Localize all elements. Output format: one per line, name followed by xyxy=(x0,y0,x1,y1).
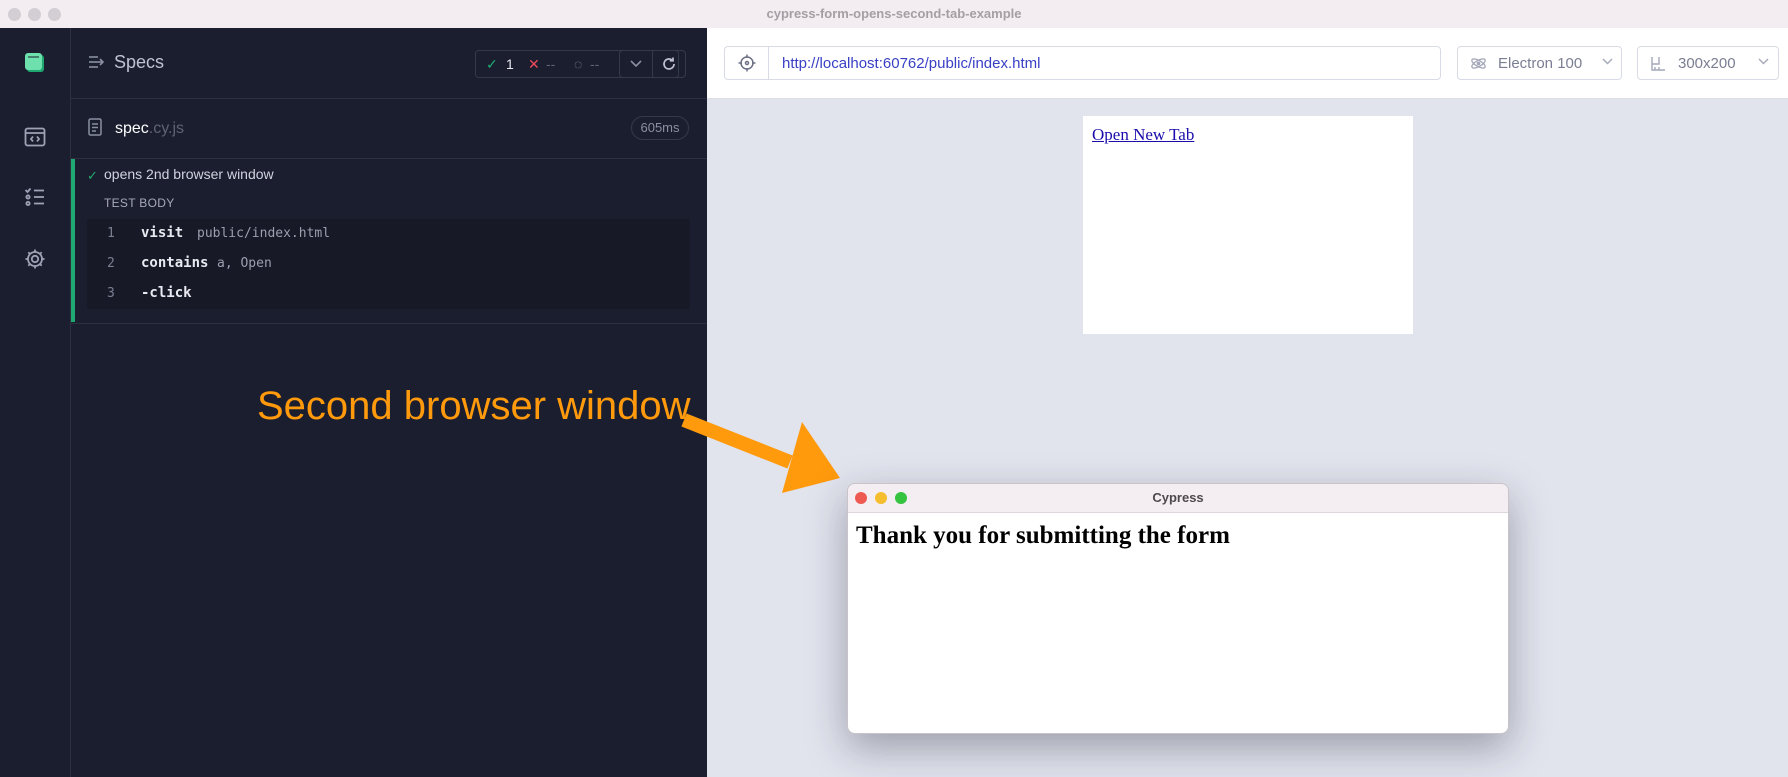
rerun-button[interactable] xyxy=(652,50,686,78)
viewport-dropdown[interactable]: 300x200 xyxy=(1637,46,1779,80)
command-row[interactable]: 3 -click xyxy=(87,279,690,309)
command-number: 2 xyxy=(107,256,115,271)
spec-name: spec xyxy=(115,120,149,137)
chevron-down-icon xyxy=(1758,58,1769,65)
electron-icon xyxy=(1471,58,1486,69)
window-titlebar: cypress-form-opens-second-tab-example xyxy=(0,0,1788,29)
collapse-button[interactable] xyxy=(619,50,653,78)
specs-menu-icon[interactable] xyxy=(88,54,106,75)
refresh-icon xyxy=(663,57,675,70)
pending-spinner-icon: ◌ xyxy=(574,56,583,72)
browser-label: Electron 100 xyxy=(1498,55,1583,72)
second-window-titlebar: Cypress xyxy=(848,484,1508,513)
command-row[interactable]: 1 visit public/index.html xyxy=(87,219,690,249)
selector-playground-button[interactable] xyxy=(724,46,768,80)
annotation-label: Second browser window xyxy=(257,384,691,428)
header-divider xyxy=(71,98,707,99)
command-number: 3 xyxy=(107,286,115,301)
spec-duration: 605ms xyxy=(631,116,689,140)
command-log: 1 visit public/index.html 2 contains a, … xyxy=(87,219,690,309)
aut-iframe: Open New Tab xyxy=(1083,116,1413,334)
annotation-arrow-icon xyxy=(681,413,840,493)
command-name: contains xyxy=(141,255,209,271)
second-browser-window: Cypress Thank you for submitting the for… xyxy=(847,483,1509,734)
spec-file-icon xyxy=(88,118,102,141)
failed-count: -- xyxy=(546,56,556,72)
command-name: -click xyxy=(141,285,192,301)
command-message: public/index.html xyxy=(197,226,331,241)
pending-count: -- xyxy=(590,56,600,72)
ruler-icon xyxy=(1651,57,1665,71)
thank-you-heading: Thank you for submitting the form xyxy=(856,522,1230,549)
command-message: a, Open xyxy=(217,256,272,271)
command-number: 1 xyxy=(107,226,115,241)
command-name: visit xyxy=(141,225,184,241)
window-title: cypress-form-opens-second-tab-example xyxy=(766,6,1022,21)
spec-extension: .cy.js xyxy=(148,120,185,137)
failed-x-icon: ✕ xyxy=(528,56,540,72)
specs-label[interactable]: Specs xyxy=(114,52,164,73)
viewport-label: 300x200 xyxy=(1678,55,1736,72)
aut-toolbar: http://localhost:60762/public/index.html… xyxy=(707,28,1788,99)
browser-dropdown[interactable]: Electron 100 xyxy=(1457,46,1622,80)
open-new-tab-link[interactable]: Open New Tab xyxy=(1092,125,1194,145)
specs-list-icon[interactable] xyxy=(20,182,49,211)
test-title[interactable]: opens 2nd browser window xyxy=(104,166,274,182)
second-window-title: Cypress xyxy=(1152,490,1204,505)
url-bar[interactable]: http://localhost:60762/public/index.html xyxy=(768,46,1441,80)
side-nav xyxy=(0,28,71,777)
passed-check-icon: ✓ xyxy=(486,56,498,72)
test-divider xyxy=(71,323,707,324)
command-row[interactable]: 2 contains a, Open xyxy=(87,249,690,279)
chevron-down-icon xyxy=(1602,58,1613,65)
passed-count: 1 xyxy=(506,56,514,72)
spec-filename[interactable]: spec.cy.js xyxy=(115,120,184,138)
test-passed-icon: ✓ xyxy=(87,168,98,183)
test-body-label: TEST BODY xyxy=(104,196,175,210)
cypress-logo-icon[interactable] xyxy=(20,48,49,77)
crosshair-icon xyxy=(738,54,755,72)
chevron-down-icon xyxy=(630,60,642,68)
settings-gear-icon[interactable] xyxy=(20,244,49,273)
runs-code-icon[interactable] xyxy=(20,122,49,151)
